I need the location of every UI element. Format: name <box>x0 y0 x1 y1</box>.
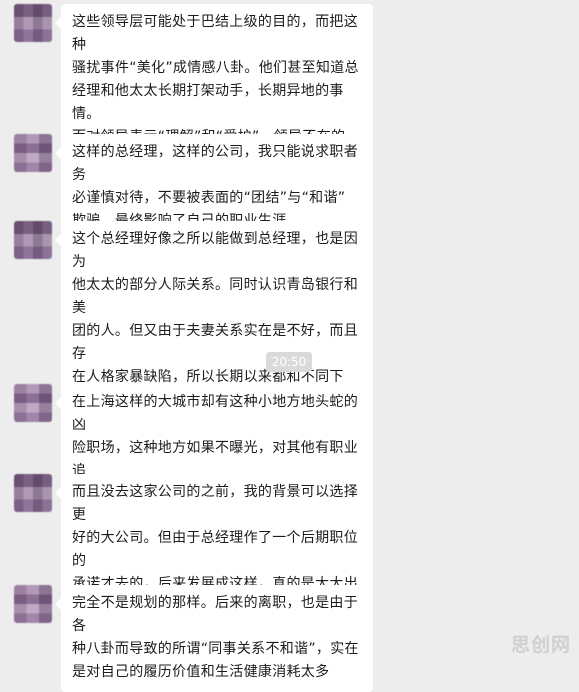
site-watermark: 思创网 <box>510 634 571 656</box>
blurred-avatar-icon[interactable] <box>14 585 52 623</box>
message-bubble[interactable]: 完全不是规划的那样。后来的离职，也是由于各 种八卦而导致的所谓“同事关系不和谐”… <box>55 585 373 692</box>
chat-area: 这些领导层可能处于巴结上级的目的，而把这种 骚扰事件“美化”成情感八卦。他们甚至… <box>0 0 579 692</box>
blurred-avatar-icon[interactable] <box>14 474 52 512</box>
blurred-avatar-icon[interactable] <box>14 4 52 42</box>
blurred-avatar-icon[interactable] <box>14 384 52 422</box>
message-timestamp: 20:50 <box>266 352 312 372</box>
blurred-avatar-icon[interactable] <box>14 221 52 259</box>
blurred-avatar-icon[interactable] <box>14 134 52 172</box>
